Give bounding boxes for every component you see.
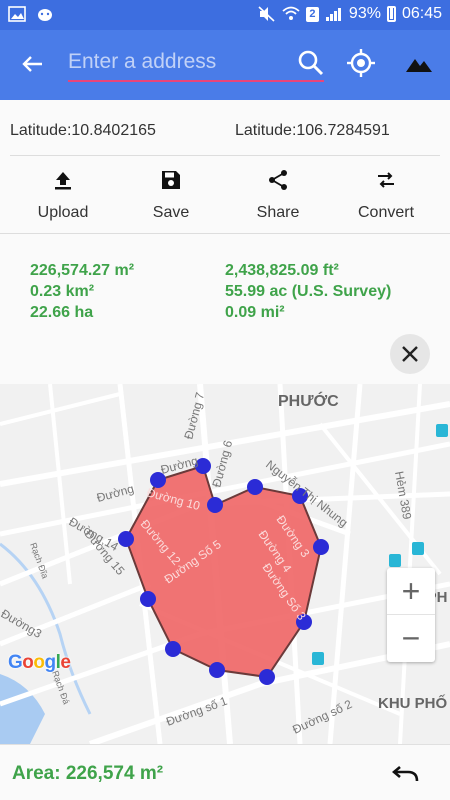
vertex-handle bbox=[313, 539, 329, 555]
zoom-controls: + − bbox=[387, 568, 435, 662]
map-label-duong-left: Đường bbox=[95, 482, 135, 505]
save-button[interactable]: Save bbox=[116, 156, 226, 234]
status-bar: 2 93% 06:45 bbox=[0, 0, 450, 30]
imperial-column: 2,438,825.09 ft² 55.99 ac (U.S. Survey) … bbox=[225, 260, 391, 323]
area-ha: 22.66 ha bbox=[30, 304, 94, 321]
zoom-out-button[interactable]: − bbox=[387, 615, 435, 662]
google-letter: o bbox=[22, 652, 34, 673]
action-toolbar: Upload Save Share Convert bbox=[0, 156, 450, 234]
convert-button[interactable]: Convert bbox=[331, 156, 441, 234]
status-right: 2 93% 06:45 bbox=[258, 5, 442, 23]
close-button[interactable] bbox=[390, 334, 430, 374]
close-icon bbox=[402, 346, 418, 362]
upload-icon bbox=[55, 172, 71, 190]
google-letter: G bbox=[8, 652, 23, 673]
google-logo: Google bbox=[8, 652, 71, 674]
zoom-in-button[interactable]: + bbox=[387, 568, 435, 615]
app-notification-icon bbox=[38, 9, 52, 21]
bus-stop-icon bbox=[389, 554, 401, 567]
status-time: 06:45 bbox=[401, 5, 442, 22]
measurements-panel: 226,574.27 m² 0.23 km² 22.66 ha 2,438,82… bbox=[0, 234, 450, 384]
map-label-khu-pho-2: KHU PHỐ bbox=[378, 694, 448, 712]
share-button[interactable]: Share bbox=[223, 156, 333, 234]
google-letter: e bbox=[60, 652, 71, 673]
wifi-icon bbox=[282, 6, 300, 20]
share-icon bbox=[269, 170, 287, 190]
swap-arrows-icon bbox=[378, 172, 394, 188]
river-water bbox=[0, 674, 45, 744]
area-summary: Area: 226,574 m² bbox=[12, 763, 164, 784]
area-sq-m: 226,574.27 m² bbox=[30, 262, 135, 279]
longitude-value: Latitude:106.7284591 bbox=[235, 122, 390, 139]
vertex-handle bbox=[118, 531, 134, 547]
vertex-handle bbox=[207, 497, 223, 513]
signal-icon bbox=[325, 8, 341, 21]
gallery-icon bbox=[8, 6, 26, 22]
save-icon bbox=[162, 171, 180, 189]
bus-stop-icon bbox=[412, 542, 424, 555]
map-label-duong-so-1: Đường số 1 bbox=[164, 694, 229, 729]
convert-label: Convert bbox=[357, 204, 415, 221]
vertex-handle bbox=[209, 662, 225, 678]
bottom-bar: Area: 226,574 m² bbox=[0, 744, 450, 800]
undo-icon[interactable] bbox=[392, 761, 420, 785]
vertex-handle bbox=[259, 669, 275, 685]
map-canvas: PHƯỚC KHU PH KHU PHỐ Nguyễn Thị Nhung Hẻ… bbox=[0, 384, 450, 744]
google-letter: o bbox=[33, 652, 45, 673]
vertex-handle bbox=[165, 641, 181, 657]
bus-stop-icon bbox=[436, 424, 448, 437]
terrain-icon[interactable] bbox=[404, 48, 434, 78]
app-bar bbox=[0, 30, 450, 100]
metric-column: 226,574.27 m² 0.23 km² 22.66 ha bbox=[30, 260, 134, 323]
search-icon[interactable] bbox=[296, 48, 326, 78]
coordinates-row: Latitude:10.8402165 Latitude:106.7284591 bbox=[10, 100, 440, 156]
address-search-input[interactable] bbox=[68, 46, 324, 82]
battery-icon bbox=[386, 6, 396, 22]
battery-percent: 93% bbox=[348, 5, 381, 22]
area-sq-mi: 0.09 mi² bbox=[225, 304, 285, 321]
bus-stop-icon bbox=[312, 652, 324, 665]
area-sq-ft: 2,438,825.09 ft² bbox=[225, 262, 339, 279]
vertex-handle bbox=[140, 591, 156, 607]
area-sq-km: 0.23 km² bbox=[30, 283, 95, 300]
status-left bbox=[8, 6, 54, 22]
my-location-icon[interactable] bbox=[346, 48, 376, 78]
latitude-value: Latitude:10.8402165 bbox=[10, 122, 156, 139]
mute-icon bbox=[258, 6, 275, 22]
vertex-handle bbox=[247, 479, 263, 495]
google-letter: g bbox=[44, 652, 57, 673]
area-acres: 55.99 ac (U.S. Survey) bbox=[225, 283, 392, 300]
upload-button[interactable]: Upload bbox=[8, 156, 118, 234]
sim-badge: 2 bbox=[305, 6, 319, 22]
share-label: Share bbox=[256, 204, 300, 221]
save-label: Save bbox=[152, 204, 190, 221]
upload-label: Upload bbox=[37, 204, 89, 221]
map-label-phuoc: PHƯỚC bbox=[278, 391, 339, 410]
map-view[interactable]: PHƯỚC KHU PH KHU PHỐ Nguyễn Thị Nhung Hẻ… bbox=[0, 384, 450, 744]
back-arrow-icon[interactable] bbox=[18, 50, 46, 78]
app-root: 2 93% 06:45 Latitude:10.8402165 Latitude… bbox=[0, 0, 450, 800]
